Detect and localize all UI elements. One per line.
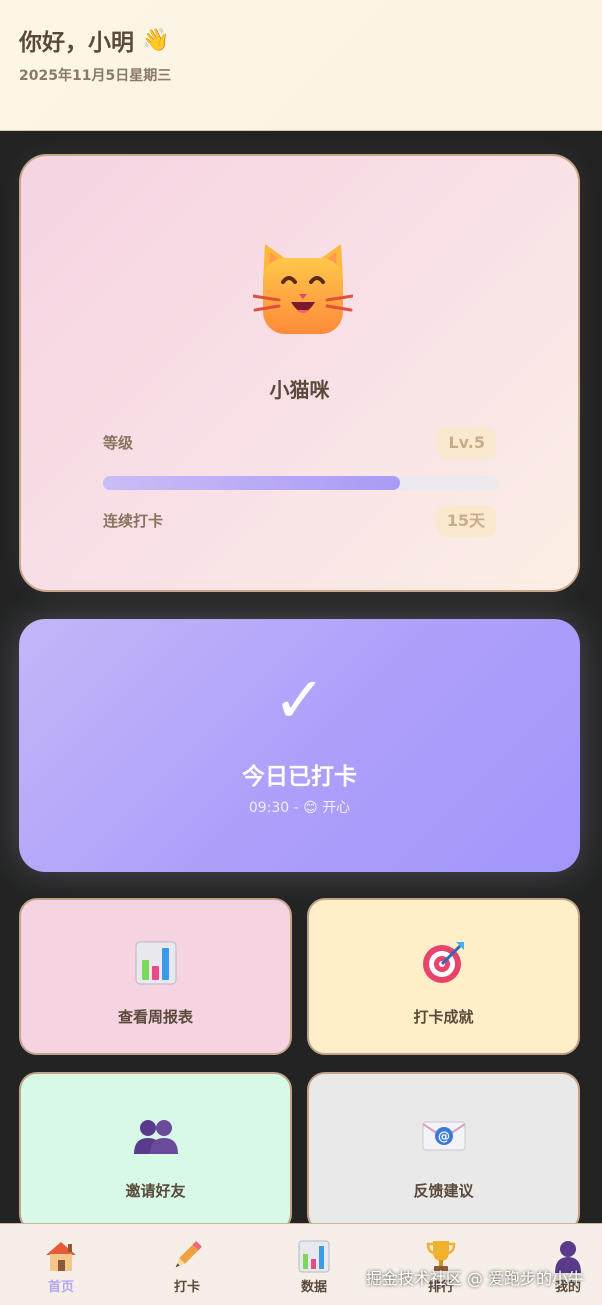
streak-label: 连续打卡 [103,512,164,530]
cat-face-icon [251,238,355,338]
email-icon: @ [309,1112,578,1160]
level-progress-fill [103,476,400,490]
people-icon [21,1112,290,1160]
nav-item-home[interactable]: 首页 [21,1238,101,1295]
header: 你好，小明 👋 2025年11月5日星期三 [0,0,602,131]
weekly-report-button[interactable]: 查看周报表 [19,898,292,1055]
level-badge: Lv.5 [437,427,496,459]
invite-friends-button[interactable]: 邀请好友 [19,1072,292,1232]
pet-card[interactable]: 小猫咪 等级 Lv.5 连续打卡 15天 [19,154,580,592]
action-label: 查看周报表 [117,1008,193,1026]
nav-item-checkin[interactable]: 打卡 [147,1238,227,1295]
action-label: 邀请好友 [125,1182,186,1200]
level-progress-bar [103,476,499,490]
streak-badge: 15天 [435,505,496,537]
checkin-status-card[interactable]: ✓ 今日已打卡 09:30 - 😊 开心 [19,619,580,872]
date-text: 2025年11月5日星期三 [19,68,172,84]
bar-chart-icon [274,1238,354,1274]
checkin-time: 09:30 - [248,800,299,816]
feedback-button[interactable]: @ 反馈建议 [307,1072,580,1232]
level-label: 等级 [103,434,134,452]
nav-label: 打卡 [173,1280,200,1295]
nav-item-data[interactable]: 数据 [274,1238,354,1295]
bar-chart-icon [21,938,290,986]
check-icon: ✓ [272,664,327,738]
checkin-title: 今日已打卡 [242,764,357,790]
smile-icon: 😊 [303,800,318,816]
achievements-button[interactable]: 打卡成就 [307,898,580,1055]
watermark: 掘金技术社区 @ 爱跑步的小牛 [365,1269,584,1288]
action-label: 反馈建议 [413,1182,474,1200]
pencil-icon [147,1238,227,1274]
target-icon [309,938,578,986]
action-label: 打卡成就 [413,1008,474,1026]
greeting-text: 你好，小明 [19,30,134,56]
bottom-nav: 首页 打卡 数据 排行 我的 [0,1223,602,1305]
waving-hand-icon: 👋 [142,27,170,53]
house-icon [21,1238,101,1274]
greeting: 你好，小明 👋 [19,24,583,57]
svg-text:@: @ [438,1130,450,1144]
nav-label: 数据 [300,1280,327,1295]
pet-name: 小猫咪 [269,378,330,402]
checkin-detail: 09:30 - 😊 开心 [19,797,580,817]
checkin-mood: 开心 [322,800,351,816]
nav-label: 首页 [47,1280,74,1295]
